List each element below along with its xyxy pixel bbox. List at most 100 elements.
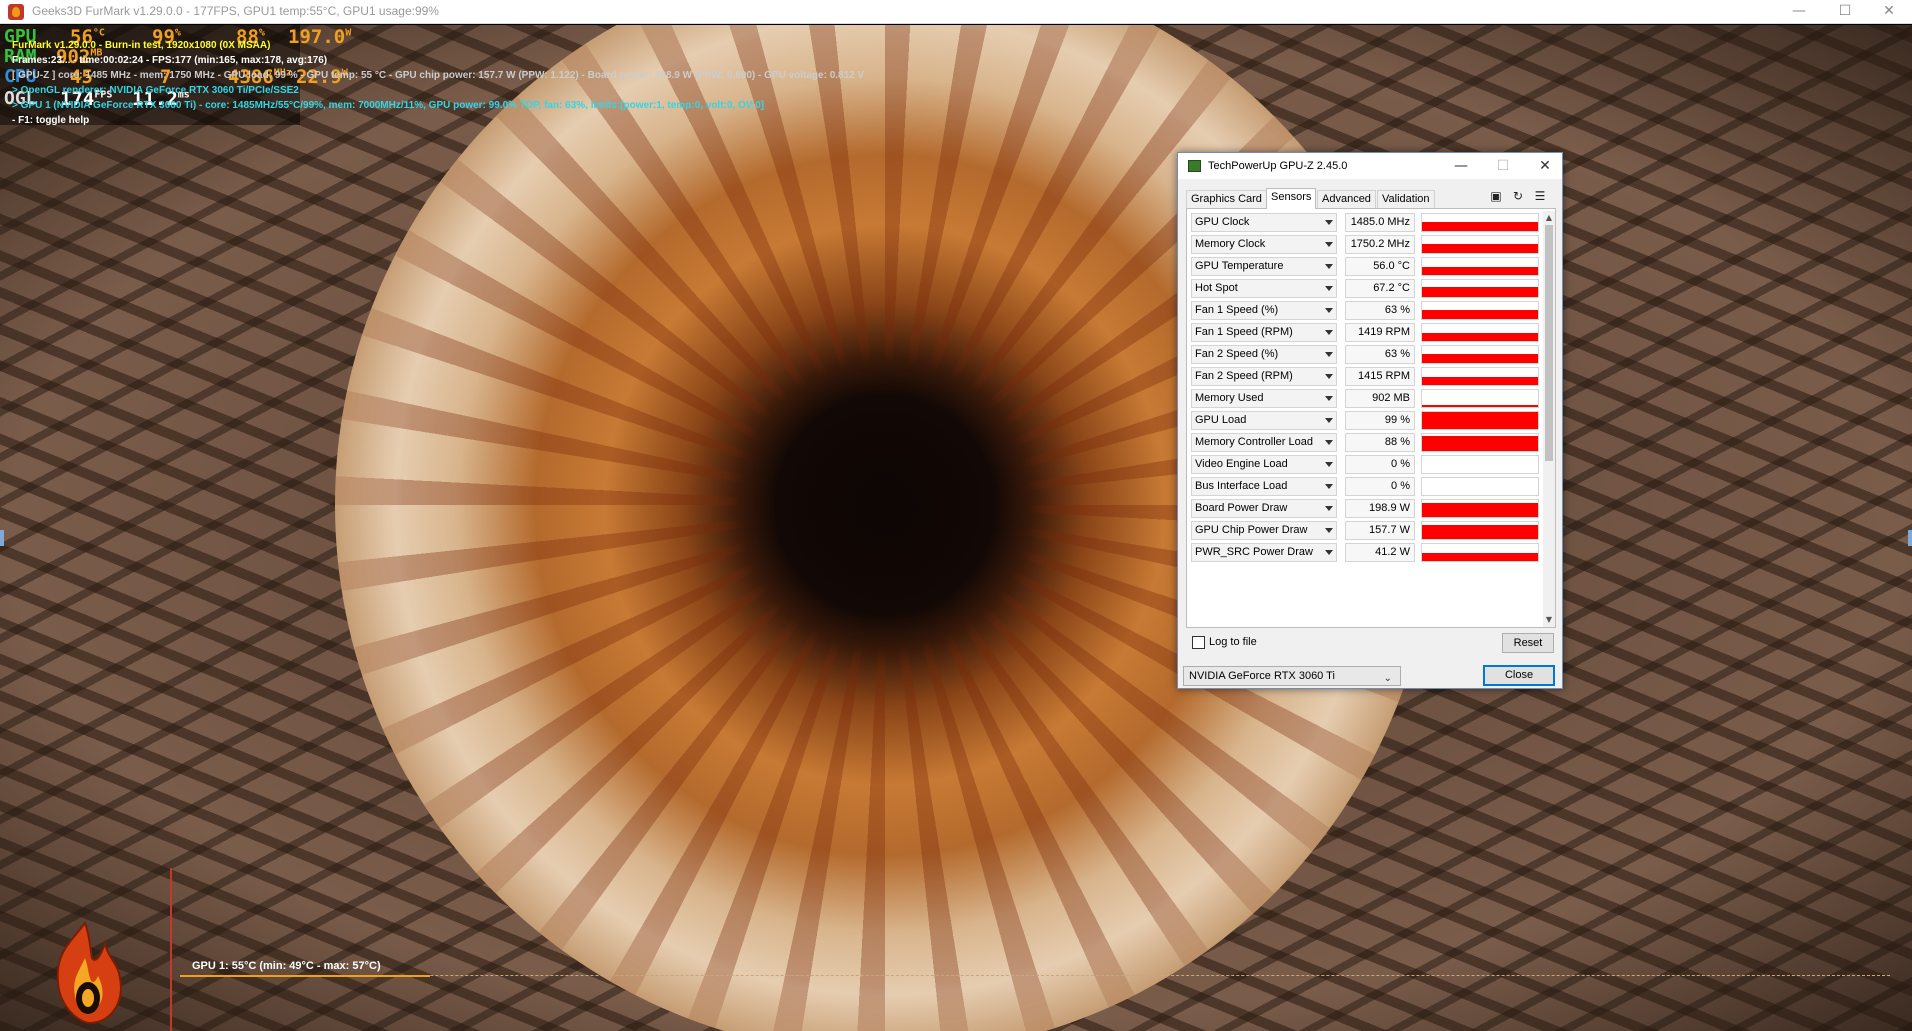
- chevron-down-icon: [1325, 286, 1333, 291]
- sensor-graph: [1421, 499, 1539, 518]
- tab-advanced[interactable]: Advanced: [1317, 190, 1376, 208]
- sensor-graph-fill: [1422, 243, 1538, 253]
- log-to-file-checkbox[interactable]: [1192, 636, 1205, 649]
- sensor-list: GPU Clock 1485.0 MHz Memory Clock 1750.2 MH…: [1189, 211, 1541, 627]
- sensor-value: 88 %: [1345, 433, 1415, 452]
- tab-validation[interactable]: Validation: [1377, 190, 1435, 208]
- sensor-name-dropdown[interactable]: GPU Load: [1191, 411, 1337, 430]
- camera-icon[interactable]: ▣: [1488, 188, 1504, 204]
- sensor-name: Video Engine Load: [1195, 458, 1288, 470]
- sensor-name: Fan 1 Speed (%): [1195, 304, 1279, 316]
- gpuz-minimize-button[interactable]: —: [1446, 155, 1476, 177]
- chevron-down-icon: [1325, 330, 1333, 335]
- sensor-graph-fill: [1422, 502, 1538, 517]
- sensor-name-dropdown[interactable]: Bus Interface Load: [1191, 477, 1337, 496]
- minimize-button[interactable]: —: [1776, 0, 1822, 24]
- sensor-name-dropdown[interactable]: Hot Spot: [1191, 279, 1337, 298]
- furmark-app-icon: [8, 4, 24, 20]
- temp-graph-axis: [170, 868, 172, 1031]
- sensor-row: Memory Used 902 MB: [1189, 387, 1541, 409]
- chevron-down-icon: [1325, 440, 1333, 445]
- sensor-name-dropdown[interactable]: Memory Clock: [1191, 235, 1337, 254]
- sensor-name-dropdown[interactable]: Memory Used: [1191, 389, 1337, 408]
- sensor-row: Bus Interface Load 0 %: [1189, 475, 1541, 497]
- sensor-name: Hot Spot: [1195, 282, 1238, 294]
- sensor-name-dropdown[interactable]: PWR_SRC Power Draw: [1191, 543, 1337, 562]
- sensor-name-dropdown[interactable]: Video Engine Load: [1191, 455, 1337, 474]
- chevron-down-icon: [1325, 462, 1333, 467]
- sensor-row: PWR_SRC Power Draw 41.2 W: [1189, 541, 1541, 563]
- sensor-graph-fill: [1422, 309, 1538, 319]
- sensor-value: 41.2 W: [1345, 543, 1415, 562]
- sensor-row: Fan 2 Speed (%) 63 %: [1189, 343, 1541, 365]
- sensor-name-dropdown[interactable]: GPU Chip Power Draw: [1191, 521, 1337, 540]
- scroll-up-icon[interactable]: ▲: [1545, 213, 1553, 223]
- sensor-name-dropdown[interactable]: Fan 1 Speed (RPM): [1191, 323, 1337, 342]
- close-button[interactable]: ✕: [1866, 0, 1912, 24]
- refresh-icon[interactable]: ↻: [1510, 188, 1526, 204]
- sensor-name-dropdown[interactable]: GPU Clock: [1191, 213, 1337, 232]
- sensor-graph-fill: [1422, 552, 1538, 561]
- sensor-name-dropdown[interactable]: Fan 1 Speed (%): [1191, 301, 1337, 320]
- gpuz-maximize-button[interactable]: ☐: [1488, 155, 1518, 177]
- sensor-graph: [1421, 543, 1539, 562]
- furmark-logo: [56, 920, 122, 1025]
- sensor-graph-fill: [1422, 377, 1538, 385]
- sensor-scrollbar[interactable]: ▲ ▼: [1543, 211, 1555, 627]
- sensor-name: Bus Interface Load: [1195, 480, 1288, 492]
- sensor-graph-fill: [1422, 525, 1538, 539]
- sensor-graph-fill: [1422, 412, 1538, 429]
- sensor-name: Memory Clock: [1195, 238, 1266, 250]
- gpu-select[interactable]: NVIDIA GeForce RTX 3060 Ti ⌄: [1183, 666, 1401, 686]
- sensor-value: 1415 RPM: [1345, 367, 1415, 386]
- osd-line-help: - F1: toggle help: [12, 115, 90, 126]
- window-title: Geeks3D FurMark v1.29.0.0 - 177FPS, GPU1…: [32, 4, 439, 18]
- sensor-graph: [1421, 279, 1539, 298]
- sensor-row: GPU Chip Power Draw 157.7 W: [1189, 519, 1541, 541]
- tab-graphics-card[interactable]: Graphics Card: [1186, 190, 1267, 208]
- sensor-name: Memory Used: [1195, 392, 1264, 404]
- right-edge-handle: [1908, 530, 1912, 546]
- sensor-graph-fill: [1422, 333, 1538, 341]
- sensor-name-dropdown[interactable]: Memory Controller Load: [1191, 433, 1337, 452]
- osd-line-frames: Frames:23... - time:00:02:24 - FPS:177 (…: [12, 55, 328, 66]
- sensor-value: 198.9 W: [1345, 499, 1415, 518]
- close-button[interactable]: Close: [1483, 665, 1555, 686]
- osd-line-renderer: > OpenGL renderer: NVIDIA GeForce RTX 30…: [12, 85, 299, 96]
- sensor-graph: [1421, 345, 1539, 364]
- chevron-down-icon: [1325, 418, 1333, 423]
- sensor-name-dropdown[interactable]: Fan 2 Speed (RPM): [1191, 367, 1337, 386]
- reset-button[interactable]: Reset: [1502, 633, 1554, 653]
- gpu-select-value: NVIDIA GeForce RTX 3060 Ti: [1189, 670, 1335, 682]
- sensor-name: Fan 1 Speed (RPM): [1195, 326, 1293, 338]
- scroll-thumb[interactable]: [1545, 225, 1553, 461]
- sensor-name-dropdown[interactable]: Fan 2 Speed (%): [1191, 345, 1337, 364]
- sensor-graph: [1421, 257, 1539, 276]
- scroll-down-icon[interactable]: ▼: [1545, 615, 1553, 625]
- osd-gpu-power: 197.0W: [288, 26, 352, 48]
- chevron-down-icon: [1325, 374, 1333, 379]
- sensor-graph: [1421, 389, 1539, 408]
- sensor-graph-fill: [1422, 266, 1538, 275]
- sensor-name-dropdown[interactable]: Board Power Draw: [1191, 499, 1337, 518]
- osd-line-test: FurMark v1.29.0.0 - Burn-in test, 1920x1…: [12, 40, 271, 51]
- chevron-down-icon: [1325, 308, 1333, 313]
- chevron-down-icon: [1325, 352, 1333, 357]
- chevron-down-icon: [1325, 528, 1333, 533]
- maximize-button[interactable]: ☐: [1822, 0, 1868, 24]
- sensor-name: GPU Clock: [1195, 216, 1250, 228]
- sensor-name-dropdown[interactable]: GPU Temperature: [1191, 257, 1337, 276]
- sensor-graph: [1421, 411, 1539, 430]
- sensor-value: 1485.0 MHz: [1345, 213, 1415, 232]
- sensor-value: 63 %: [1345, 301, 1415, 320]
- menu-icon[interactable]: ☰: [1532, 188, 1548, 204]
- osd-line-gpuz: [ GPU-Z ] core: 1485 MHz - mem: 1750 MHz…: [12, 70, 865, 81]
- sensor-value: 99 %: [1345, 411, 1415, 430]
- tab-sensors[interactable]: Sensors: [1266, 188, 1317, 209]
- sensor-graph: [1421, 433, 1539, 452]
- gpuz-close-button[interactable]: ✕: [1530, 155, 1560, 177]
- chevron-down-icon: [1325, 550, 1333, 555]
- render-canvas: [0, 25, 1912, 1031]
- gpuz-title-bar: TechPowerUp GPU-Z 2.45.0 — ☐ ✕: [1178, 153, 1562, 179]
- furmark-window: Geeks3D FurMark v1.29.0.0 - 177FPS, GPU1…: [0, 0, 1912, 1031]
